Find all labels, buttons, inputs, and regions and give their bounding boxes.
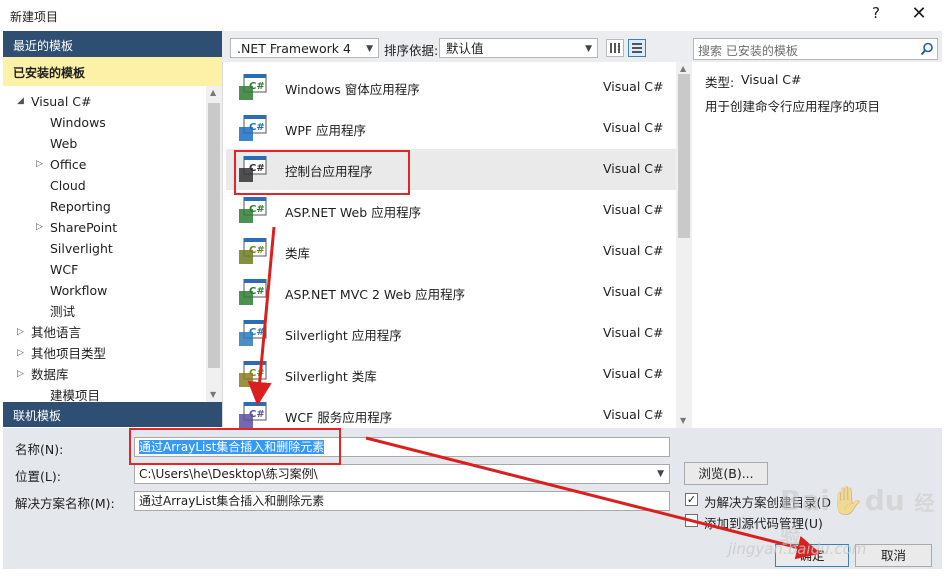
arrow-to-name xyxy=(247,226,276,406)
arrow-to-ok xyxy=(365,436,821,560)
watermark-url: jingyan.baidu.com xyxy=(728,540,867,558)
